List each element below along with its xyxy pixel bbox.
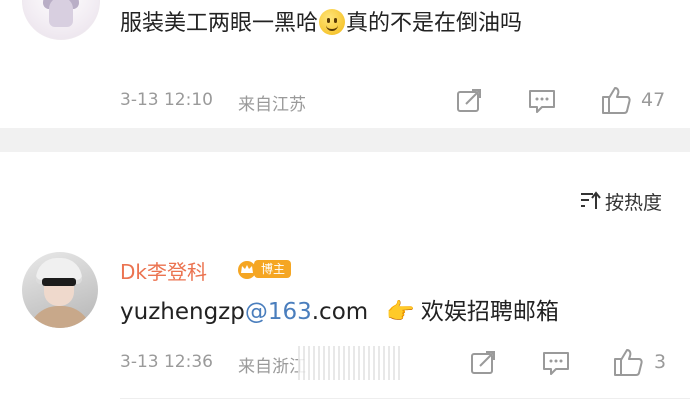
row-divider [120, 398, 690, 399]
email-domain-link[interactable]: 163 [268, 299, 312, 325]
repost-icon[interactable] [470, 350, 498, 376]
like-count: 3 [654, 351, 667, 373]
pointing-hand-icon: 👉 [386, 299, 415, 325]
sort-icon [580, 191, 601, 209]
smile-emoji-icon [319, 9, 346, 35]
comment-text: 服装美工两眼一黑哈 真的不是在倒油吗 [120, 8, 522, 40]
comment-icon[interactable] [528, 88, 556, 114]
badge-label: 博主 [254, 259, 292, 278]
email-link[interactable]: @ [245, 299, 268, 325]
like-icon[interactable] [612, 347, 644, 377]
comment-location: 来自江苏 [238, 95, 306, 115]
weibo-comment-list: 服装美工两眼一黑哈 真的不是在倒油吗 3-13 12:10 来自江苏 47 按热度… [0, 0, 690, 401]
blurred-overlay [298, 346, 402, 380]
blogger-badge: 博主 [236, 258, 292, 280]
comment-icon[interactable] [542, 350, 570, 376]
commenter-avatar[interactable] [22, 252, 98, 328]
username[interactable]: Dk李登科 [120, 256, 207, 285]
comment-text-part: 真的不是在倒油吗 [346, 11, 523, 36]
like-icon[interactable] [600, 85, 632, 115]
comment-location: 来自浙江 [238, 357, 306, 377]
sort-label: 按热度 [604, 192, 662, 214]
like-count: 47 [641, 89, 666, 111]
comment-text-part: 服装美工两眼一黑哈 [120, 11, 319, 36]
email-tld: .com [311, 299, 369, 325]
sort-by-heat-button[interactable]: 按热度 [579, 188, 662, 215]
section-divider [0, 128, 690, 152]
repost-icon[interactable] [456, 88, 484, 114]
crown-icon [238, 260, 256, 279]
email-user: yuzhengzp [120, 299, 245, 325]
comment-time: 3-13 12:36 [120, 352, 213, 372]
commenter-avatar[interactable] [22, 0, 100, 40]
comment-text-part: 欢娱招聘邮箱 [420, 299, 559, 325]
comment-time: 3-13 12:10 [120, 90, 213, 110]
comment-text: yuzhengzp@163.com 👉 欢娱招聘邮箱 [120, 296, 559, 328]
